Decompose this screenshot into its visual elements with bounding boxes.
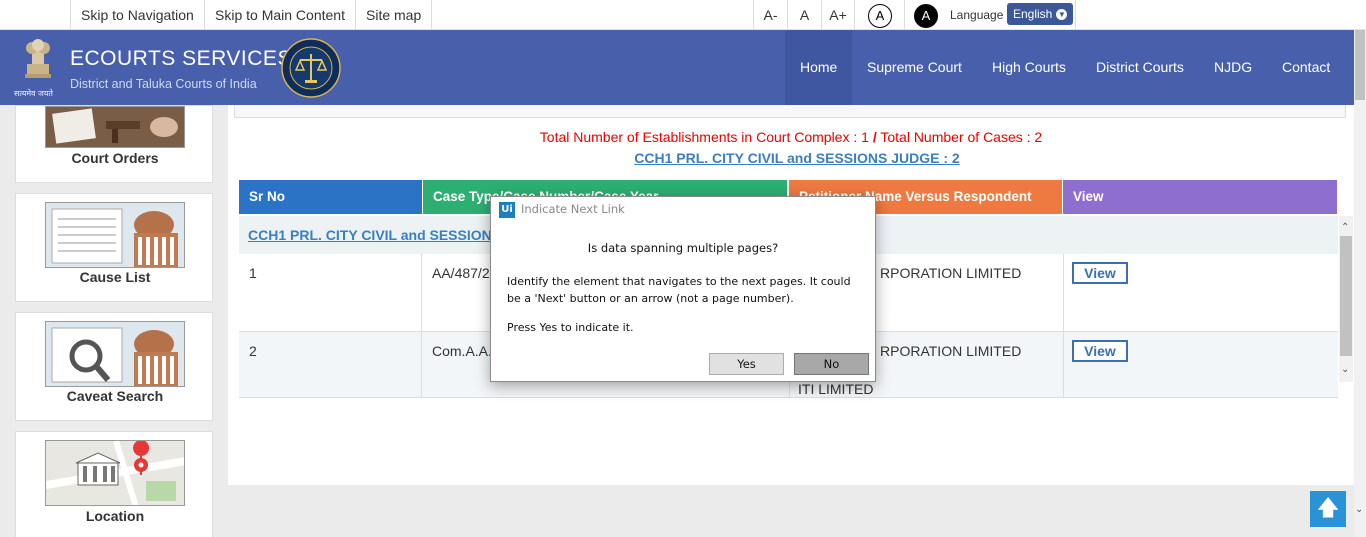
caveat-search-icon (45, 321, 185, 387)
dialog-message: Identify the element that navigates to t… (507, 275, 851, 305)
sidebar-item-cause-list[interactable]: Cause List (15, 193, 213, 302)
dialog-title: Indicate Next Link (521, 202, 625, 216)
no-button[interactable]: No (794, 353, 869, 375)
language-value: English (1013, 7, 1053, 21)
site-header: सत्यमेव जयते ECOURTS SERVICES District a… (0, 30, 1366, 150)
sidebar-item-label: Location (85, 508, 145, 524)
party-name-1: RPORATION LIMITED (880, 343, 1022, 359)
contrast-normal-button[interactable]: A (868, 4, 892, 28)
page-scrollbar[interactable]: ⌄ (1354, 30, 1366, 537)
cell-sr-no: 1 (249, 265, 257, 281)
cell-sr-no: 2 (249, 343, 257, 359)
back-to-top-button[interactable]: 🡅 (1310, 491, 1346, 527)
nav-district-courts[interactable]: District Courts (1081, 30, 1199, 105)
table-scrollbar[interactable]: ⌃ ⌄ (1339, 216, 1353, 382)
establishments-label: Total Number of Establishments in Court … (539, 129, 858, 145)
national-emblem-icon (25, 39, 51, 78)
cases-count: 2 (1034, 129, 1043, 145)
scroll-down-icon[interactable]: ⌄ (1341, 364, 1349, 375)
top-utility-bar: Skip to Navigation Skip to Main Content … (0, 0, 1366, 30)
sidebar-item-caveat-search[interactable]: Caveat Search (15, 312, 213, 421)
yes-button[interactable]: Yes (709, 353, 784, 375)
location-icon (45, 440, 185, 506)
nav-home[interactable]: Home (785, 30, 852, 105)
dialog-instruction: Press Yes to indicate it. (507, 321, 634, 334)
sitemap-link[interactable]: Site map (355, 0, 433, 30)
arrow-up-icon: 🡅 (1316, 495, 1340, 520)
uipath-icon: Ui (499, 202, 515, 218)
party-name-2: ITI LIMITED (798, 381, 874, 397)
sidebar-item-label: Caveat Search (66, 388, 164, 404)
brand-subtitle: District and Taluka Courts of India (70, 77, 257, 91)
nav-contact-us[interactable]: Contact Us (1267, 30, 1366, 150)
language-select[interactable]: English ▼ (1007, 3, 1074, 25)
dialog-title-bar[interactable]: Ui Indicate Next Link (491, 197, 875, 221)
column-header-sr-no: Sr No (239, 180, 422, 214)
sidebar-item-court-orders[interactable]: Court Orders (15, 105, 213, 183)
skip-to-main-content-link[interactable]: Skip to Main Content (204, 0, 355, 30)
column-header-view: View (1063, 180, 1337, 214)
search-panel-edge (234, 105, 1346, 118)
scrollbar-thumb[interactable] (1340, 236, 1352, 356)
dialog-question: Is data spanning multiple pages? (587, 241, 779, 255)
contrast-dark-button[interactable]: A (914, 4, 938, 28)
divider (1075, 0, 1076, 30)
scroll-down-icon[interactable]: ⌄ (1355, 504, 1363, 515)
cases-label: Total Number of Cases : (880, 129, 1031, 145)
establishments-count: 1 (861, 129, 869, 145)
font-decrease-button[interactable]: A- (753, 0, 787, 30)
brand-title[interactable]: ECOURTS SERVICES (70, 47, 292, 71)
judge-filter-link[interactable]: CCH1 PRL. CITY CIVIL and SESSIONS JUDGE … (228, 150, 1366, 166)
sidebar-item-location[interactable]: Location (15, 431, 213, 537)
skip-to-navigation-link[interactable]: Skip to Navigation (70, 0, 204, 30)
court-orders-icon (45, 106, 185, 148)
nav-njdg[interactable]: NJDG (1199, 30, 1267, 105)
emblem-caption: सत्यमेव जयते (14, 89, 53, 98)
scrollbar-thumb[interactable] (1355, 30, 1365, 100)
case-summary: Total Number of Establishments in Court … (228, 129, 1354, 145)
nav-supreme-court[interactable]: Supreme Court (852, 30, 977, 105)
main-footer-area (228, 485, 1354, 537)
chevron-down-icon: ▼ (1056, 9, 1068, 21)
indicate-next-link-dialog: Ui Indicate Next Link Is data spanning m… (490, 196, 876, 382)
font-increase-button[interactable]: A+ (821, 0, 855, 30)
nav-high-courts[interactable]: High Courts (977, 30, 1081, 105)
font-normal-button[interactable]: A (787, 0, 821, 30)
view-button[interactable]: View (1072, 262, 1128, 284)
divider (904, 0, 905, 30)
summary-separator: / (872, 129, 877, 145)
cause-list-icon (45, 202, 185, 268)
sidebar-item-label: Court Orders (71, 150, 159, 166)
language-label: Language (950, 8, 1004, 22)
scroll-up-icon[interactable]: ⌃ (1341, 222, 1349, 233)
sidebar-item-label: Cause List (79, 269, 151, 285)
ecourts-seal-icon (281, 38, 341, 98)
view-button[interactable]: View (1072, 340, 1128, 362)
